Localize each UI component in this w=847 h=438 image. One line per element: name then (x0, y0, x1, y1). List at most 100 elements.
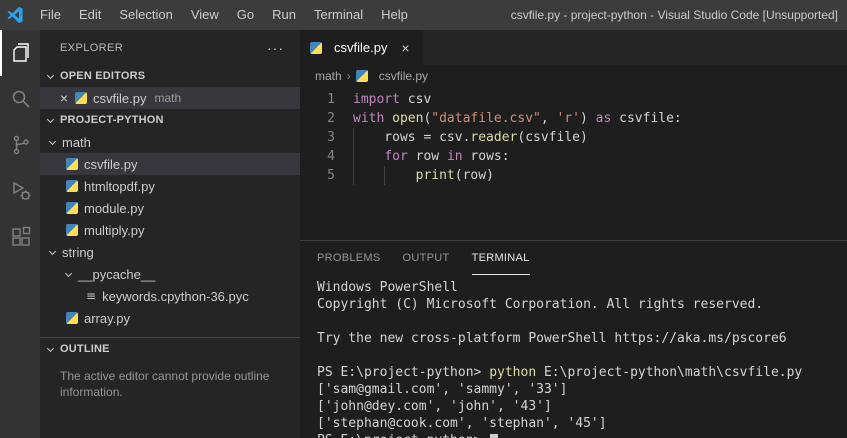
breadcrumb-label: math (315, 69, 342, 83)
breadcrumb-item[interactable]: csvfile.py (355, 69, 429, 83)
main-area: EXPLORER ··· OPEN EDITORS × csvfile.py mat… (0, 30, 847, 438)
python-file-icon (66, 202, 78, 214)
tree-folder-string[interactable]: string (40, 241, 300, 263)
breadcrumb-label: csvfile.py (378, 69, 429, 83)
sidebar-title-row: EXPLORER ··· (40, 30, 300, 65)
vscode-logo-icon (7, 6, 23, 24)
section-label: PROJECT-PYTHON (60, 114, 164, 126)
tree-file-module-py[interactable]: module.py (40, 197, 300, 219)
code-line-text: import csv (353, 92, 432, 107)
tree-item-label: htmltopdf.py (84, 178, 155, 194)
open-editors-list: × csvfile.py math (40, 87, 300, 109)
indent-guide (353, 147, 354, 166)
menu-help[interactable]: Help (372, 0, 417, 30)
python-file-icon (310, 41, 322, 54)
tree-item-label: csvfile.py (84, 156, 138, 172)
activity-explorer-button[interactable] (0, 30, 40, 76)
breadcrumb-item[interactable]: math (315, 69, 342, 83)
python-file-icon (75, 92, 87, 104)
sidebar-title: EXPLORER (60, 41, 124, 54)
terminal-line: ['sam@gmail.com', 'sammy', '33'] (317, 382, 568, 397)
section-open-editors[interactable]: OPEN EDITORS (40, 65, 300, 87)
menu-go[interactable]: Go (228, 0, 263, 30)
menu-selection[interactable]: Selection (110, 0, 181, 30)
code-line: 3 rows = csv.reader(csvfile) (300, 128, 847, 147)
section-outline[interactable]: OUTLINE (40, 338, 300, 360)
section-project-python[interactable]: PROJECT-PYTHON (40, 109, 300, 131)
code-line-text: rows = csv.reader(csvfile) (353, 128, 588, 147)
explorer-icon (13, 43, 29, 62)
activity-extensions-button[interactable] (0, 214, 40, 260)
title-bar: File Edit Selection View Go Run Terminal Help c… (0, 0, 847, 30)
indent-guide (353, 128, 354, 147)
code-line-text: for row in rows: (353, 147, 510, 166)
code-line: 2 with open("datafile.csv", 'r') as csvfi… (300, 109, 847, 128)
panel-tab-problems[interactable]: PROBLEMS (317, 241, 381, 275)
tree-item-label: string (62, 244, 94, 260)
line-number: 5 (327, 168, 335, 183)
terminal-line: PS E:\project-python> python E:\project-… (317, 365, 803, 380)
python-file-icon (355, 70, 368, 82)
terminal-output[interactable]: Windows PowerShell Copyright (C) Microsof… (300, 275, 847, 438)
tree-file-csvfile-py[interactable]: csvfile.py (40, 153, 300, 175)
editor-group: csvfile.py × math › csvfile.py 1 import csv 2… (300, 30, 847, 438)
tree-item-label: math (62, 134, 91, 150)
open-editor-detail: math (154, 91, 182, 105)
menu-terminal[interactable]: Terminal (305, 0, 372, 30)
python-file-icon (66, 158, 78, 170)
activity-run-debug-button[interactable] (0, 168, 40, 214)
section-label: OPEN EDITORS (60, 70, 146, 82)
search-icon (12, 90, 30, 108)
terminal-line: PS E:\project-python> (317, 432, 847, 438)
python-file-icon (66, 312, 78, 324)
close-tab-icon[interactable]: × (397, 40, 413, 56)
file-tree: math csvfile.py htmltopdf.py module.py multi… (40, 131, 300, 329)
panel-tab-output[interactable]: OUTPUT (403, 241, 450, 275)
code-line: 1 import csv (300, 90, 847, 109)
editor-tab-bar: csvfile.py × (300, 30, 847, 65)
tree-file-keywords-cpython-36-pyc[interactable]: ≡ keywords.cpython-36.pyc (40, 285, 300, 307)
tree-item-label: array.py (84, 310, 130, 326)
tree-file-multiply-py[interactable]: multiply.py (40, 219, 300, 241)
terminal-line: ['john@dey.com', 'john', '43'] (317, 399, 552, 414)
code-line: 5 print(row) (300, 166, 847, 185)
activity-bar (0, 30, 40, 438)
menu-file[interactable]: File (31, 0, 70, 30)
menu-view[interactable]: View (182, 0, 228, 30)
chevron-down-icon (48, 137, 57, 145)
activity-source-control-button[interactable] (0, 122, 40, 168)
python-file-icon (66, 224, 78, 236)
menu-bar: File Edit Selection View Go Run Terminal Help (31, 0, 417, 30)
more-actions-icon[interactable]: ··· (263, 40, 288, 56)
indent-guide (384, 166, 386, 185)
code-line-text: print(row) (353, 166, 494, 185)
open-editor-item[interactable]: × csvfile.py math (40, 87, 300, 109)
line-number: 1 (327, 92, 335, 107)
outline-message: The active editor cannot provide outline… (60, 369, 270, 399)
tree-folder--pycache-[interactable]: __pycache__ (40, 263, 300, 285)
tree-item-label: keywords.cpython-36.pyc (102, 288, 249, 304)
panel-tab-terminal[interactable]: TERMINAL (471, 241, 530, 275)
open-editor-label: csvfile.py (93, 90, 147, 106)
bottom-panel: PROBLEMS OUTPUT TERMINAL Windows PowerShel… (300, 240, 847, 438)
breadcrumb-separator-icon: › (346, 69, 351, 83)
tree-file-htmltopdf-py[interactable]: htmltopdf.py (40, 175, 300, 197)
code-editor[interactable]: 1 import csv 2 with open("datafile.csv", 'r… (300, 87, 847, 240)
tree-file-array-py[interactable]: array.py (40, 307, 300, 329)
editor-tab-csvfile-py[interactable]: csvfile.py × (300, 30, 424, 65)
close-editor-icon[interactable]: × (56, 90, 72, 106)
terminal-line: Copyright (C) Microsoft Corporation. All… (317, 297, 764, 312)
code-line-text: with open("datafile.csv", 'r') as csvfil… (353, 111, 682, 126)
panel-tab-bar: PROBLEMS OUTPUT TERMINAL (300, 241, 847, 275)
line-number: 4 (327, 149, 335, 164)
menu-edit[interactable]: Edit (70, 0, 110, 30)
activity-search-button[interactable] (0, 76, 40, 122)
extensions-icon (12, 226, 31, 246)
run-debug-icon (13, 181, 31, 200)
menu-run[interactable]: Run (263, 0, 305, 30)
terminal-line: Windows PowerShell (317, 280, 458, 295)
breadcrumb: math › csvfile.py (300, 65, 847, 87)
tree-item-label: module.py (84, 200, 144, 216)
tree-folder-math[interactable]: math (40, 131, 300, 153)
